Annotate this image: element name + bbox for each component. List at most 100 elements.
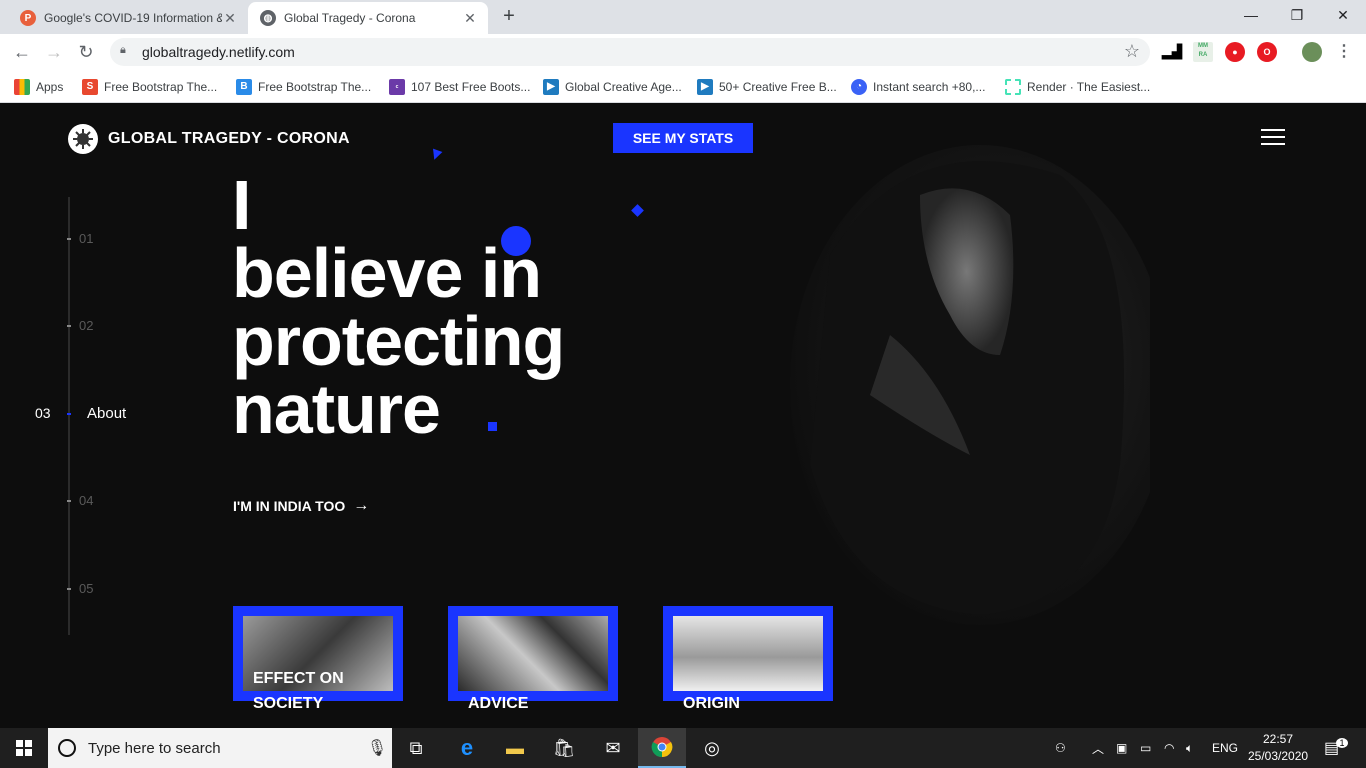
page-content: GLOBAL TRAGEDY - CORONA SEE MY STATS 01 … bbox=[0, 103, 1366, 728]
back-button[interactable]: ← bbox=[10, 40, 34, 64]
tab-global-tragedy[interactable]: ◍ Global Tragedy - Corona ✕ bbox=[248, 2, 488, 34]
mail-icon[interactable]: ✉ bbox=[589, 728, 637, 768]
hero-line-3: protecting bbox=[232, 302, 565, 380]
nav-dot bbox=[67, 238, 71, 240]
edge-icon[interactable]: e bbox=[443, 728, 491, 768]
restore-button[interactable]: ❐ bbox=[1274, 0, 1320, 30]
language-indicator[interactable]: ENG bbox=[1212, 728, 1238, 768]
opera-icon[interactable]: O bbox=[1257, 42, 1277, 62]
obs-icon[interactable]: ◎ bbox=[688, 728, 736, 768]
bookmark-label: 50+ Creative Free B... bbox=[719, 79, 837, 94]
nav-item-03[interactable]: 03 bbox=[35, 405, 51, 421]
see-my-stats-button[interactable]: SEE MY STATS bbox=[613, 123, 753, 153]
bookmark-item[interactable]: c 107 Best Free Boots... bbox=[389, 70, 530, 103]
bookmarks-bar: Apps S Free Bootstrap The... B Free Boot… bbox=[0, 70, 1366, 103]
card-title[interactable]: ADVICE bbox=[468, 691, 528, 716]
decor-square bbox=[488, 422, 497, 431]
hero-line-4: nature bbox=[232, 370, 441, 448]
close-tab-icon[interactable]: ✕ bbox=[222, 10, 238, 26]
nav-dot-active bbox=[67, 413, 71, 415]
address-bar[interactable]: 🔒︎ globaltragedy.netlify.com ☆ bbox=[110, 38, 1150, 66]
taskbar-search[interactable]: Type here to search 🎙︎ bbox=[48, 728, 392, 768]
site-brand[interactable]: GLOBAL TRAGEDY - CORONA bbox=[108, 130, 350, 148]
microphone-icon[interactable]: 🎙︎ bbox=[362, 738, 392, 758]
close-window-button[interactable]: ✕ bbox=[1320, 0, 1366, 30]
cortana-icon bbox=[58, 739, 76, 757]
bookmark-item[interactable]: ▶ Global Creative Age... bbox=[543, 70, 682, 103]
avatar[interactable] bbox=[1302, 42, 1322, 62]
bookmark-label: Apps bbox=[36, 79, 64, 94]
card-title[interactable]: ORIGIN bbox=[683, 691, 740, 716]
nav-dot bbox=[67, 325, 71, 327]
store-icon[interactable]: 🛍︎ bbox=[540, 728, 588, 768]
chevron-up-icon[interactable]: ︿ bbox=[1092, 728, 1104, 768]
india-link[interactable]: I'M IN INDIA TOO → bbox=[233, 497, 369, 515]
chrome-icon[interactable] bbox=[638, 728, 686, 768]
task-view-icon[interactable]: ⧉ bbox=[392, 728, 440, 768]
nav-item-01[interactable]: 01 bbox=[79, 231, 93, 246]
system-clock[interactable]: 22:57 25/03/2020 bbox=[1248, 731, 1308, 765]
forward-button[interactable]: → bbox=[42, 40, 66, 64]
india-link-label: I'M IN INDIA TOO bbox=[233, 498, 346, 514]
clock-date: 25/03/2020 bbox=[1248, 749, 1309, 763]
browser-tab-strip: P Google's COVID-19 Information & Resour… bbox=[0, 0, 1366, 34]
card-title-line: SOCIETY bbox=[253, 695, 324, 712]
bookmark-star-icon[interactable]: ☆ bbox=[1124, 41, 1140, 62]
colorlib-icon: c bbox=[389, 78, 405, 95]
decor-circle bbox=[501, 226, 531, 256]
decor-triangle bbox=[429, 148, 443, 162]
record-icon[interactable]: ● bbox=[1225, 42, 1245, 62]
new-tab-button[interactable]: + bbox=[498, 6, 520, 28]
url-text: globaltragedy.netlify.com bbox=[142, 44, 295, 60]
bookmark-label: Instant search +80,... bbox=[873, 79, 986, 94]
arrow-icon: ▶ bbox=[697, 78, 713, 95]
reload-button[interactable]: ↻ bbox=[74, 40, 98, 64]
close-tab-icon[interactable]: ✕ bbox=[462, 10, 478, 26]
render-icon bbox=[1005, 78, 1021, 95]
card-title[interactable]: EFFECT ON SOCIETY bbox=[253, 666, 344, 716]
battery-icon[interactable]: ▭ bbox=[1140, 728, 1151, 768]
bookmark-label: Render · The Easiest... bbox=[1027, 79, 1151, 94]
browser-toolbar: ← → ↻ 🔒︎ globaltragedy.netlify.com ☆ ▂▟ … bbox=[0, 34, 1366, 70]
hamburger-menu-icon[interactable] bbox=[1261, 129, 1285, 147]
bookmark-item[interactable]: B Free Bootstrap The... bbox=[236, 70, 371, 103]
side-nav-rail bbox=[68, 197, 70, 635]
bookmark-item[interactable]: S Free Bootstrap The... bbox=[82, 70, 217, 103]
bootstrap-icon: B bbox=[236, 78, 252, 95]
nav-dot bbox=[67, 588, 71, 590]
notification-icon[interactable]: ▤ bbox=[1324, 728, 1339, 768]
card-origin[interactable] bbox=[663, 606, 833, 701]
file-explorer-icon[interactable]: ▬ bbox=[491, 728, 539, 768]
card-photo bbox=[458, 616, 608, 691]
signal-icon[interactable]: ▂▟ bbox=[1162, 42, 1182, 62]
nav-item-05[interactable]: 05 bbox=[79, 581, 93, 596]
minimize-button[interactable]: — bbox=[1228, 0, 1274, 30]
tab-title: Global Tragedy - Corona bbox=[284, 11, 416, 25]
lock-icon: 🔒︎ bbox=[120, 44, 126, 56]
wifi-icon[interactable]: ◠ bbox=[1164, 728, 1174, 768]
tray-app-icon[interactable]: ▣ bbox=[1116, 728, 1127, 768]
bookmark-label: 107 Best Free Boots... bbox=[411, 79, 531, 94]
bookmark-apps[interactable]: Apps bbox=[14, 70, 63, 103]
bookmark-label: Free Bootstrap The... bbox=[258, 79, 372, 94]
people-icon[interactable]: ⚇ bbox=[1055, 728, 1066, 768]
nav-item-about-label[interactable]: About bbox=[87, 405, 126, 422]
nav-dot bbox=[67, 500, 71, 502]
bookmark-item[interactable]: ◔ Instant search +80,... bbox=[851, 70, 985, 103]
virus-logo-icon[interactable] bbox=[68, 124, 98, 154]
globe-icon: ◍ bbox=[260, 10, 276, 26]
hooded-woman-photo bbox=[790, 145, 1150, 625]
hero-headline: I believe in protecting nature bbox=[232, 170, 565, 448]
card-advice[interactable] bbox=[448, 606, 618, 701]
bookmark-item[interactable]: ▶ 50+ Creative Free B... bbox=[697, 70, 837, 103]
extension-mmra-icon[interactable]: MM RA bbox=[1193, 42, 1213, 62]
windows-start-button[interactable] bbox=[0, 728, 48, 768]
s-logo-icon: S bbox=[82, 78, 98, 95]
bookmark-item[interactable]: Render · The Easiest... bbox=[1005, 70, 1150, 103]
menu-kebab-icon[interactable]: ⋮ bbox=[1334, 42, 1354, 62]
apps-grid-icon bbox=[14, 78, 30, 95]
nav-item-02[interactable]: 02 bbox=[79, 318, 93, 333]
tab-google-covid[interactable]: P Google's COVID-19 Information & Resour… bbox=[8, 2, 248, 34]
volume-icon[interactable]: 🔈︎ bbox=[1186, 728, 1193, 768]
nav-item-04[interactable]: 04 bbox=[79, 493, 93, 508]
